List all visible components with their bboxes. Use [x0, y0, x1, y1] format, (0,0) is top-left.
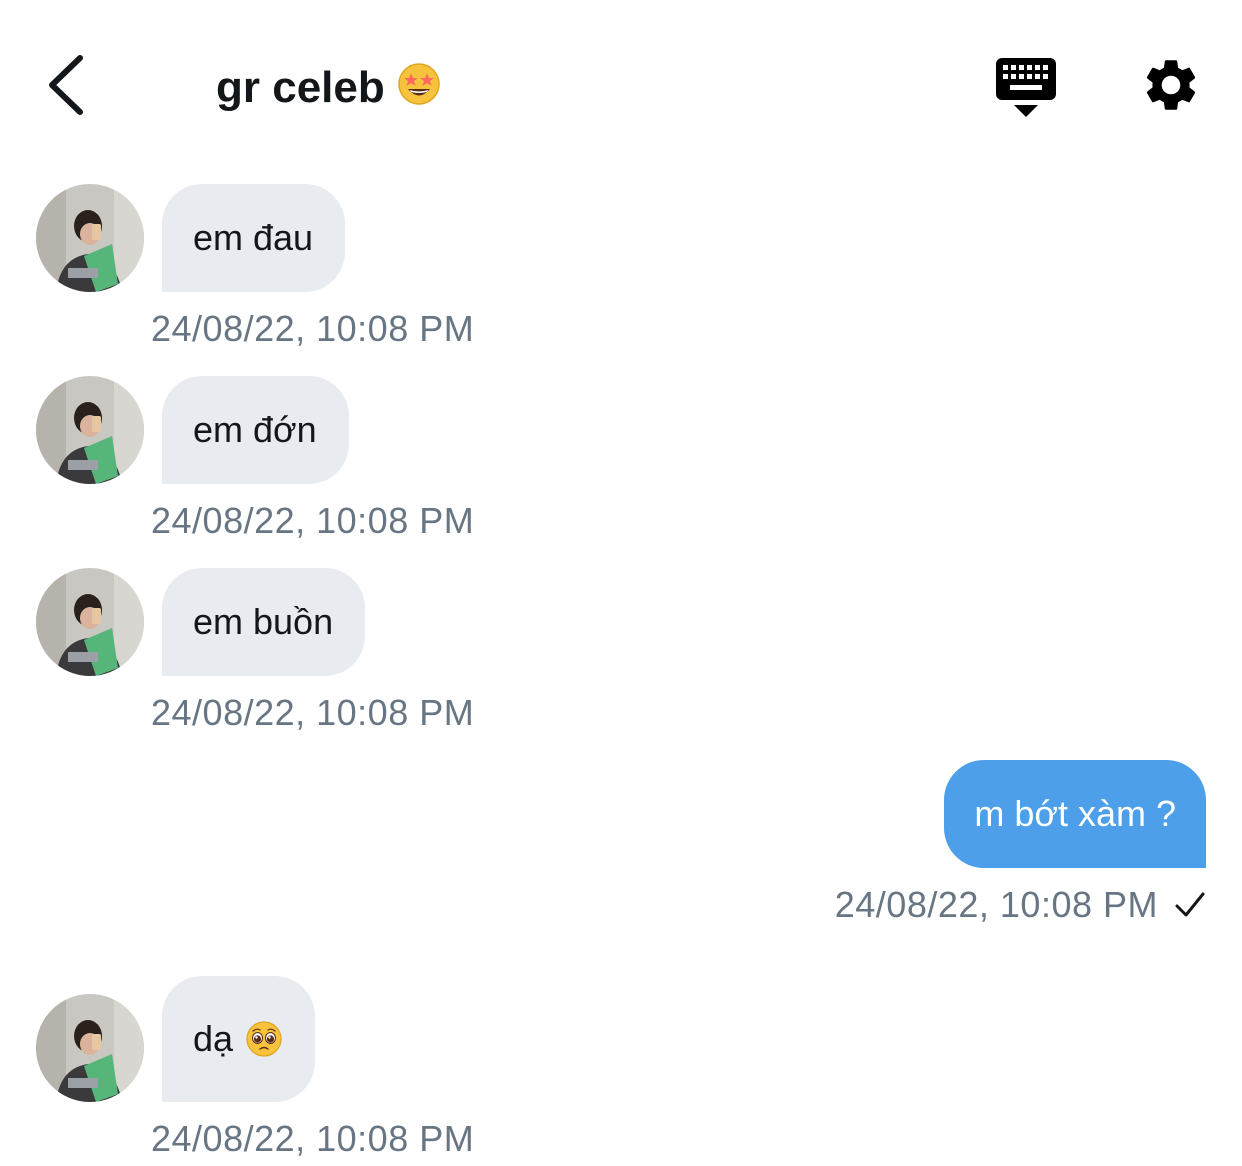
star-struck-emoji-icon	[397, 62, 441, 113]
message-text: em đớn	[193, 409, 317, 450]
settings-button[interactable]	[1140, 54, 1202, 116]
message-timestamp: 24/08/22, 10:08 PM	[151, 500, 475, 541]
avatar[interactable]	[36, 568, 144, 676]
message-bubble[interactable]: em buồn	[162, 568, 366, 676]
message-text: em đau	[193, 217, 314, 258]
pleading-face-emoji-icon	[246, 1021, 282, 1057]
avatar[interactable]	[36, 184, 144, 292]
avatar[interactable]	[36, 376, 144, 484]
message-text: m bớt xàm ?	[974, 793, 1176, 834]
chevron-left-icon	[49, 55, 83, 115]
message-text: dạ	[193, 1018, 234, 1059]
conversation-title[interactable]: gr celeb	[216, 62, 441, 113]
keyboard-hide-icon	[996, 58, 1056, 117]
message-bubble[interactable]: em đau	[162, 184, 346, 292]
conversation-title-text: gr celeb	[216, 62, 385, 112]
avatar[interactable]	[36, 994, 144, 1102]
keyboard-toggle-button[interactable]	[994, 56, 1058, 118]
message-bubble[interactable]: m bớt xàm ?	[944, 760, 1206, 868]
message-bubble[interactable]: em đớn	[162, 376, 349, 484]
message-timestamp: 24/08/22, 10:08 PM	[151, 692, 475, 733]
message-bubble[interactable]: dạ	[162, 976, 316, 1102]
message-timestamp: 24/08/22, 10:08 PM	[834, 884, 1158, 925]
message-timestamp: 24/08/22, 10:08 PM	[151, 1118, 475, 1159]
message-timestamp: 24/08/22, 10:08 PM	[151, 308, 475, 349]
back-button[interactable]	[40, 50, 96, 120]
gear-icon	[1146, 60, 1196, 110]
message-timestamp-row: 24/08/22, 10:08 PM	[835, 884, 1206, 926]
message-text: em buồn	[193, 601, 334, 642]
check-icon	[1175, 892, 1205, 917]
